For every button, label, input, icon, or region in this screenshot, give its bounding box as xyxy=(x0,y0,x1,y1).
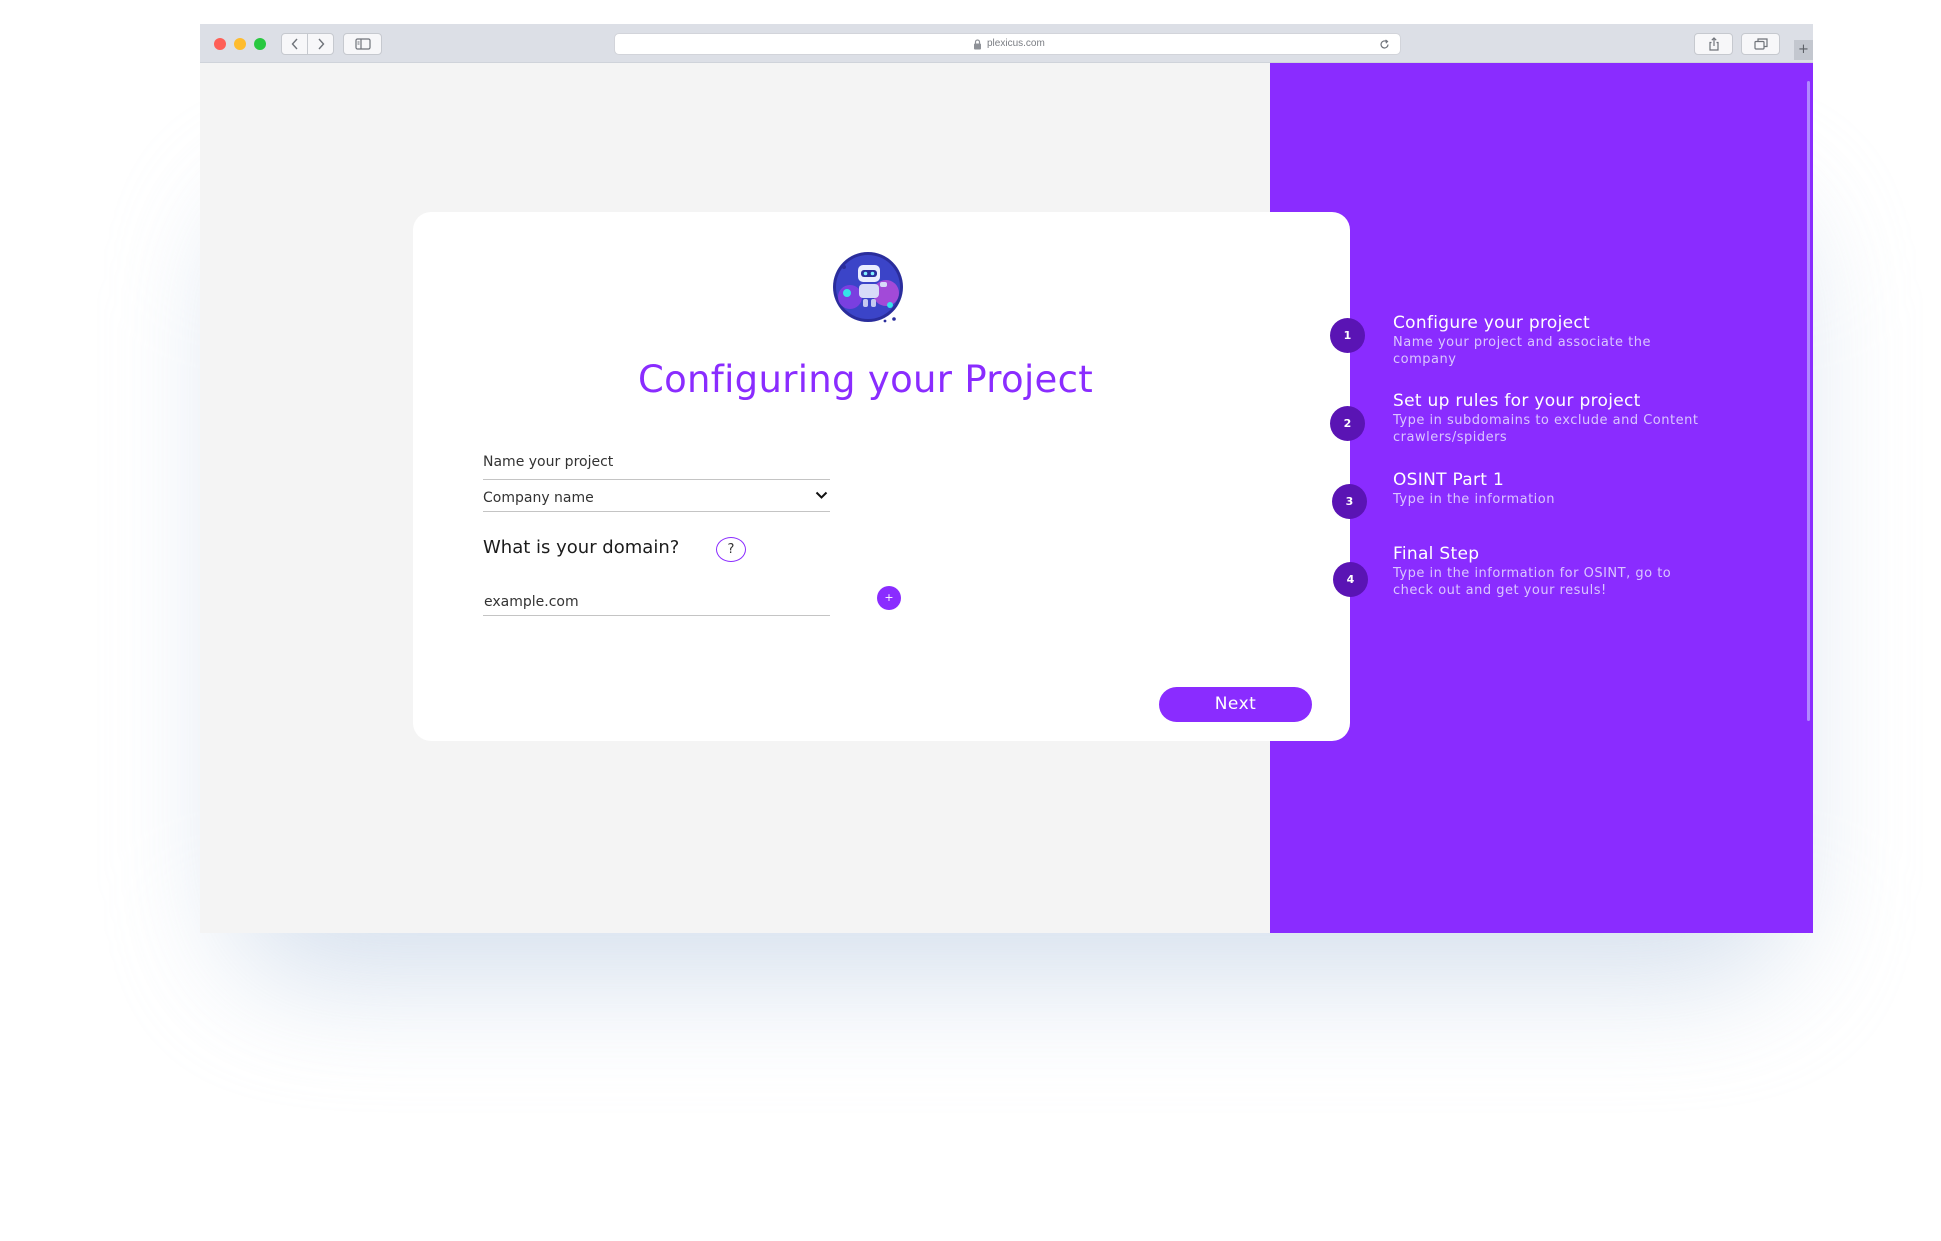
sidebar-icon xyxy=(354,38,371,50)
domain-question-label: What is your domain? xyxy=(483,537,680,558)
step-2-title: Set up rules for your project xyxy=(1393,391,1641,411)
browser-window: plexicus.com + Configuring your Project … xyxy=(200,24,1813,933)
step-3-description: Type in the information xyxy=(1393,492,1555,507)
company-select-value: Company name xyxy=(483,490,594,506)
company-select[interactable]: Company name xyxy=(483,483,830,512)
scrollbar[interactable] xyxy=(1804,63,1813,933)
browser-toolbar: plexicus.com + xyxy=(200,24,1813,63)
chevron-left-icon xyxy=(291,38,298,50)
domain-input[interactable] xyxy=(484,594,784,610)
step-1-number: 1 xyxy=(1330,318,1365,353)
domain-help-button[interactable]: ? xyxy=(716,537,746,562)
address-text: plexicus.com xyxy=(987,38,1045,49)
step-4-description: Type in the information for OSINT, go to… xyxy=(1393,566,1672,598)
back-button[interactable] xyxy=(281,33,308,55)
forward-button[interactable] xyxy=(307,33,334,55)
maximize-window-button[interactable] xyxy=(254,38,266,50)
domain-field[interactable]: + xyxy=(483,584,901,616)
step-4-title: Final Step xyxy=(1393,544,1480,564)
step-4-number: 4 xyxy=(1333,562,1368,597)
lock-icon xyxy=(974,39,981,50)
step-3-number: 3 xyxy=(1332,484,1367,519)
step-1-description: Name your project and associate the comp… xyxy=(1393,335,1651,367)
share-icon xyxy=(1708,37,1719,51)
tab-overview-button[interactable] xyxy=(1741,33,1780,55)
tabs-icon xyxy=(1753,38,1768,50)
project-name-field[interactable] xyxy=(483,450,830,480)
page-title: Configuring your Project xyxy=(637,358,1094,401)
robot-logo-icon xyxy=(833,252,903,323)
step-2-description: Type in subdomains to exclude and Conten… xyxy=(1393,413,1699,445)
project-config-card: Configuring your Project Company name Wh… xyxy=(413,212,1350,741)
step-3-title: OSINT Part 1 xyxy=(1393,470,1505,490)
step-2-number: 2 xyxy=(1330,406,1365,441)
reload-icon[interactable] xyxy=(1379,39,1390,50)
scrollbar-thumb[interactable] xyxy=(1807,81,1810,721)
step-1-title: Configure your project xyxy=(1393,313,1591,333)
new-tab-button[interactable]: + xyxy=(1794,40,1813,60)
minimize-window-button[interactable] xyxy=(234,38,246,50)
sidebar-toggle-button[interactable] xyxy=(343,33,382,55)
next-button[interactable]: Next xyxy=(1159,687,1312,722)
screenshot-stage: plexicus.com + Configuring your Project … xyxy=(0,0,1941,1241)
chevron-down-icon xyxy=(815,491,828,499)
add-domain-button[interactable]: + xyxy=(877,586,901,610)
chevron-right-icon xyxy=(317,38,324,50)
page-content: Configuring your Project Company name Wh… xyxy=(200,63,1813,933)
address-bar[interactable]: plexicus.com xyxy=(614,33,1401,55)
close-window-button[interactable] xyxy=(214,38,226,50)
share-button[interactable] xyxy=(1694,33,1733,55)
project-name-input[interactable] xyxy=(483,454,803,470)
